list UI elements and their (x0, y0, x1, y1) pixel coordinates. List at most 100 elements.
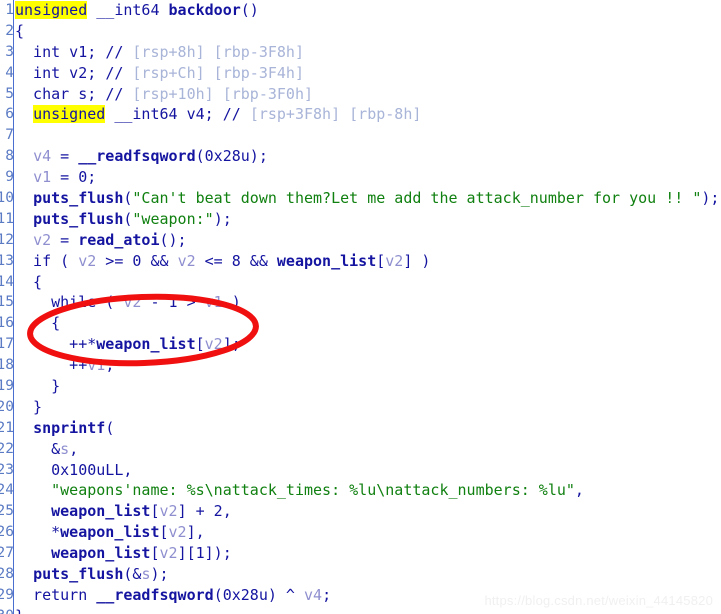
token-function-name[interactable]: puts_flush (33, 565, 123, 583)
gutter-line-number: 1 (0, 0, 13, 21)
code-line[interactable] (15, 125, 721, 146)
code-line[interactable]: v4 = __readfsqword(0x28u); (15, 146, 721, 167)
token-punct: - 1 > (141, 293, 205, 312)
token-function-name[interactable]: __readfsqword (96, 586, 213, 604)
gutter-line-number: 19 (0, 376, 13, 397)
code-line[interactable]: puts_flush(&s); (15, 564, 721, 585)
gutter-line-number: 8 (0, 146, 13, 167)
code-line[interactable]: ++*weapon_list[v2]; (15, 334, 721, 355)
token-function-name[interactable]: snprintf (33, 419, 105, 437)
token-punct: ] ) (403, 251, 431, 270)
token-global-symbol[interactable]: weapon_list (51, 502, 150, 520)
code-line[interactable]: char s; // [rsp+10h] [rbp-3F0h] (15, 84, 721, 105)
code-area[interactable]: unsigned __int64 backdoor() { int v1; //… (15, 0, 721, 614)
code-line[interactable]: unsigned __int64 backdoor() (15, 0, 721, 21)
gutter-line-number: 21 (0, 418, 13, 439)
token-punct: ; (322, 585, 332, 604)
token-punct: ] + 2, (177, 502, 232, 521)
gutter-line-number: 5 (0, 84, 13, 105)
token-punct: ]; (222, 335, 241, 354)
code-line[interactable]: snprintf( (15, 418, 721, 439)
code-line[interactable]: { (15, 21, 721, 42)
token-variable[interactable]: v2 (178, 252, 196, 270)
gutter-line-number: 25 (0, 501, 13, 522)
token-variable[interactable]: v2 (123, 293, 141, 311)
code-line[interactable]: int v2; // [rsp+Ch] [rbp-3F4h] (15, 63, 721, 84)
token-punct: , (105, 356, 115, 375)
token-punct: & (15, 439, 61, 458)
code-line[interactable]: puts_flush("weapon:"); (15, 209, 721, 230)
gutter-line-number: 17 (0, 334, 13, 355)
code-line[interactable]: unsigned __int64 v4; // [rsp+3F8h] [rbp-… (15, 104, 721, 125)
token-global-symbol[interactable]: weapon_list (96, 335, 195, 353)
code-line[interactable]: &s, (15, 439, 721, 460)
gutter-line-number: 28 (0, 564, 13, 585)
token-comment-slashes: // (105, 42, 133, 61)
code-line[interactable]: puts_flush("Can't beat down them?Let me … (15, 188, 721, 209)
token-punct: <= 8 && (195, 251, 277, 270)
code-line[interactable]: while ( v2 - 1 > v1 ) (15, 292, 721, 313)
token-variable[interactable]: v2 (205, 335, 223, 353)
token-variable[interactable]: v2 (160, 502, 178, 520)
code-line[interactable]: v2 = read_atoi(); (15, 230, 721, 251)
token-global-symbol[interactable]: weapon_list (277, 252, 376, 270)
gutter-line-number: 7 (0, 125, 13, 146)
token-variable[interactable]: s (60, 440, 69, 458)
code-line[interactable]: { (15, 272, 721, 293)
token-punct: ); (701, 189, 720, 208)
token-variable[interactable]: v1 (33, 168, 51, 186)
code-line[interactable]: *weapon_list[v2], (15, 522, 721, 543)
token-punct: { (15, 314, 61, 333)
gutter-line-number: 26 (0, 522, 13, 543)
gutter-line-number: 9 (0, 167, 13, 188)
code-line[interactable]: weapon_list[v2][1]); (15, 543, 721, 564)
token-variable[interactable]: v4 (304, 586, 322, 604)
token-function-name[interactable]: read_atoi (78, 231, 159, 249)
gutter-line-number: 23 (0, 460, 13, 481)
token-comment: [rsp+Ch] [rbp-3F4h] (132, 63, 304, 82)
code-line[interactable]: if ( v2 >= 0 && v2 <= 8 && weapon_list[v… (15, 251, 721, 272)
token-punct: , (69, 439, 79, 458)
token-function-name[interactable]: backdoor (169, 1, 241, 19)
token-variable[interactable]: v1 (87, 356, 105, 374)
code-line[interactable]: "weapons'name: %s\nattack_times: %lu\nat… (15, 480, 721, 501)
token-variable[interactable]: v2 (385, 252, 403, 270)
token-comment: [rsp+10h] [rbp-3F0h] (132, 84, 314, 103)
code-line[interactable]: v1 = 0; (15, 167, 721, 188)
token-variable[interactable]: v2 (78, 252, 96, 270)
code-line[interactable]: ++v1, (15, 355, 721, 376)
code-line[interactable]: { (15, 313, 721, 334)
code-line[interactable]: weapon_list[v2] + 2, (15, 501, 721, 522)
token-variable[interactable]: v4 (33, 147, 51, 165)
token-string: "weapons'name: %s\nattack_times: %lu\nat… (51, 481, 575, 500)
token-punct: ++* (15, 335, 97, 354)
gutter-line-number: 11 (0, 209, 13, 230)
code-line[interactable]: } (15, 376, 721, 397)
token-global-symbol[interactable]: weapon_list (60, 523, 159, 541)
gutter-line-number: 14 (0, 272, 13, 293)
line-number-gutter[interactable]: 1 2 3 4 5 6 7 8 9 10 11 12 13 14 15 16 1… (0, 0, 14, 614)
code-line[interactable]: int v1; // [rsp+8h] [rbp-3F8h] (15, 42, 721, 63)
token-variable[interactable]: v2 (33, 231, 51, 249)
token-punct: = 0; (51, 168, 97, 187)
token-variable[interactable]: v2 (169, 523, 187, 541)
code-line[interactable]: 0x100uLL, (15, 460, 721, 481)
token-function-name[interactable]: puts_flush (33, 189, 123, 207)
token-variable[interactable]: v1 (205, 293, 223, 311)
token-punct: (); (159, 230, 187, 249)
token-variable[interactable]: v2 (160, 544, 178, 562)
token-keyword: while ( (15, 293, 124, 312)
token-comment-slashes: // (105, 63, 133, 82)
token-punct: [ (376, 251, 386, 270)
code-line[interactable]: } (15, 397, 721, 418)
token-punct: ++ (15, 356, 88, 375)
token-global-symbol[interactable]: weapon_list (51, 544, 150, 562)
token-function-name[interactable]: __readfsqword (78, 147, 195, 165)
token-function-name[interactable]: puts_flush (33, 210, 123, 228)
